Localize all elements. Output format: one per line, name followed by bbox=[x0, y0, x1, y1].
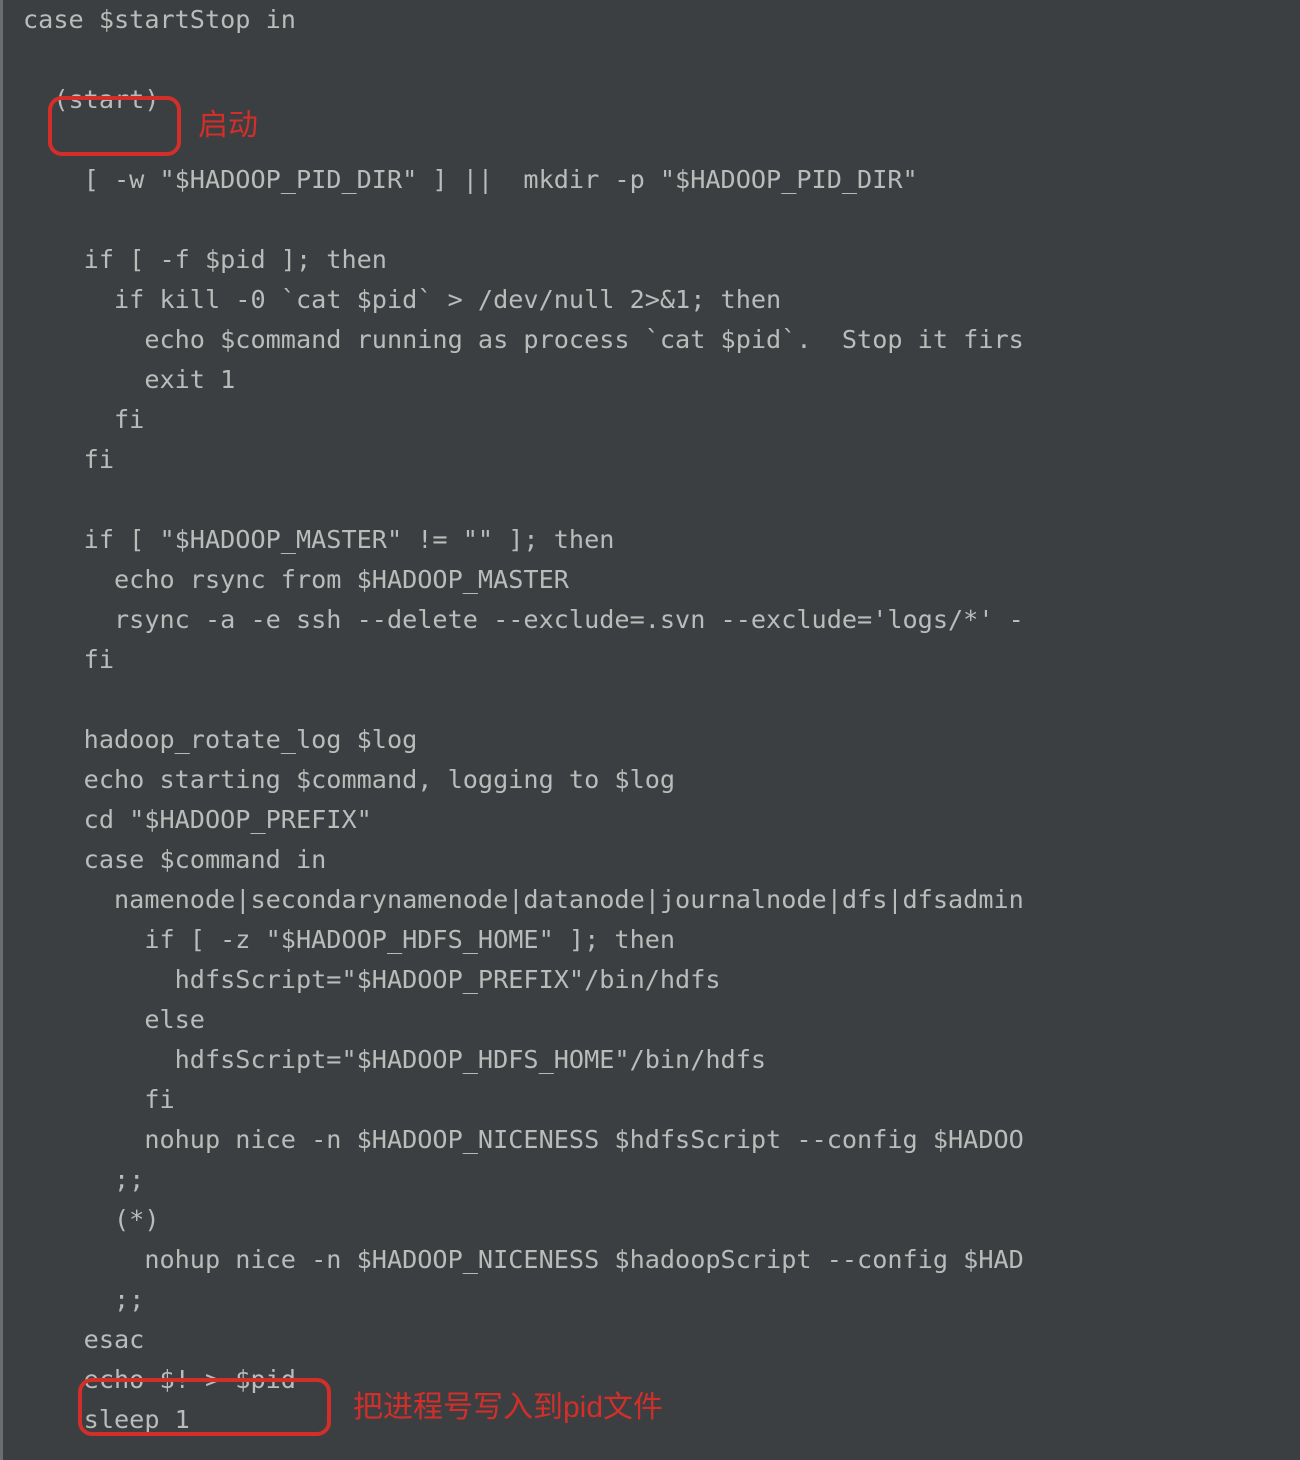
code-line: (*) bbox=[23, 1205, 159, 1234]
code-line: cd "$HADOOP_PREFIX" bbox=[23, 805, 372, 834]
code-line: esac bbox=[23, 1325, 144, 1354]
highlight-box-pid bbox=[78, 1378, 331, 1436]
code-line: rsync -a -e ssh --delete --exclude=.svn … bbox=[23, 605, 1024, 634]
code-line: case $command in bbox=[23, 845, 326, 874]
code-line: fi bbox=[23, 405, 144, 434]
annotation-start-label: 启动 bbox=[198, 100, 258, 144]
code-line: if [ -z "$HADOOP_HDFS_HOME" ]; then bbox=[23, 925, 675, 954]
code-line: hdfsScript="$HADOOP_PREFIX"/bin/hdfs bbox=[23, 965, 721, 994]
code-viewport: case $startStop in (start) [ -w "$HADOOP… bbox=[0, 0, 1300, 1460]
code-line: [ -w "$HADOOP_PID_DIR" ] || mkdir -p "$H… bbox=[23, 165, 918, 194]
code-line: hadoop_rotate_log $log bbox=[23, 725, 417, 754]
code-line: if kill -0 `cat $pid` > /dev/null 2>&1; … bbox=[23, 285, 781, 314]
code-line: nohup nice -n $HADOOP_NICENESS $hdfsScri… bbox=[23, 1125, 1024, 1154]
code-block: case $startStop in (start) [ -w "$HADOOP… bbox=[23, 0, 1300, 1440]
highlight-box-start bbox=[48, 96, 181, 156]
code-line: nohup nice -n $HADOOP_NICENESS $hadoopSc… bbox=[23, 1245, 1024, 1274]
code-line: hdfsScript="$HADOOP_HDFS_HOME"/bin/hdfs bbox=[23, 1045, 766, 1074]
code-line: else bbox=[23, 1005, 205, 1034]
code-line: fi bbox=[23, 645, 114, 674]
code-line: fi bbox=[23, 445, 114, 474]
code-line: echo starting $command, logging to $log bbox=[23, 765, 675, 794]
code-line: case $startStop in bbox=[23, 5, 296, 34]
code-line: if [ "$HADOOP_MASTER" != "" ]; then bbox=[23, 525, 614, 554]
code-line: ;; bbox=[23, 1165, 144, 1194]
code-line: fi bbox=[23, 1085, 175, 1114]
code-line: echo $command running as process `cat $p… bbox=[23, 325, 1024, 354]
code-line: echo rsync from $HADOOP_MASTER bbox=[23, 565, 569, 594]
annotation-pid-label: 把进程号写入到pid文件 bbox=[353, 1382, 663, 1426]
code-line: if [ -f $pid ]; then bbox=[23, 245, 387, 274]
code-line: exit 1 bbox=[23, 365, 235, 394]
code-line: namenode|secondarynamenode|datanode|jour… bbox=[23, 885, 1024, 914]
code-line: ;; bbox=[23, 1285, 144, 1314]
